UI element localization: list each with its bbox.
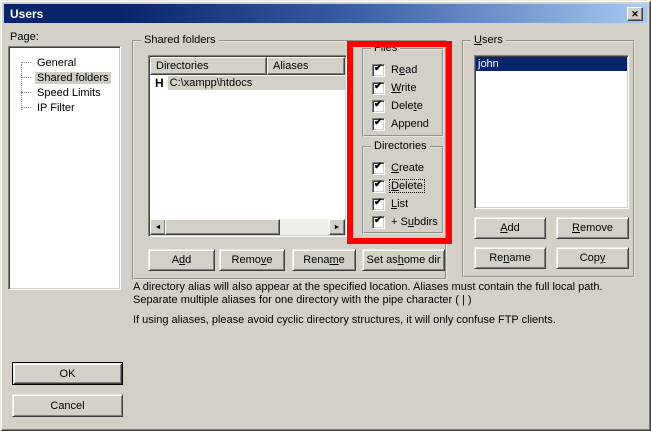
append-checkbox[interactable]	[372, 118, 385, 131]
sidebar-item-general[interactable]: General	[11, 55, 118, 70]
create-permission-row[interactable]: Create	[372, 161, 425, 175]
users-group-label: Users	[471, 34, 506, 46]
dir-delete-checkbox-label[interactable]: Delete	[390, 180, 424, 192]
cyclic-note-text: If using aliases, please avoid cyclic di…	[133, 314, 641, 327]
scroll-left-icon[interactable]: ◄	[150, 219, 166, 235]
append-permission-row[interactable]: Append	[372, 117, 430, 131]
tree-item-label: IP Filter	[35, 102, 77, 114]
dir-delete-checkbox[interactable]	[372, 180, 385, 193]
sidebar-item-speed-limits[interactable]: Speed Limits	[11, 85, 118, 100]
close-icon[interactable]: ✕	[627, 7, 643, 21]
subdirs-permission-row[interactable]: + Subdirs	[372, 215, 439, 229]
files-group-label: Files	[371, 42, 400, 54]
alias-note-text: A directory alias will also appear at th…	[133, 281, 641, 307]
list-header: Directories Aliases	[150, 57, 345, 75]
tree-item-label: General	[35, 57, 78, 69]
cancel-button[interactable]: Cancel	[12, 394, 123, 417]
write-checkbox[interactable]	[372, 82, 385, 95]
file-delete-checkbox[interactable]	[372, 100, 385, 113]
tree-item-label: Speed Limits	[35, 87, 103, 99]
subdirs-checkbox[interactable]	[372, 216, 385, 229]
shared-folders-group-label: Shared folders	[141, 34, 219, 46]
folder-remove-button[interactable]: Remove	[219, 249, 285, 271]
create-checkbox-label[interactable]: Create	[390, 162, 425, 174]
read-permission-row[interactable]: Read	[372, 63, 418, 77]
create-checkbox[interactable]	[372, 162, 385, 175]
ok-button[interactable]: OK	[12, 362, 123, 385]
set-as-home-dir-button[interactable]: Set as home dir	[362, 249, 445, 271]
append-checkbox-label[interactable]: Append	[390, 118, 430, 130]
file-delete-checkbox-label[interactable]: Delete	[390, 100, 424, 112]
title-bar[interactable]: Users ✕	[4, 4, 647, 23]
user-copy-button[interactable]: Copy	[556, 247, 629, 269]
file-delete-permission-row[interactable]: Delete	[372, 99, 424, 113]
sidebar-item-shared-folders[interactable]: Shared folders	[11, 70, 118, 85]
column-header-aliases[interactable]: Aliases	[267, 57, 345, 75]
subdirs-checkbox-label[interactable]: + Subdirs	[390, 216, 439, 228]
page-tree[interactable]: General Shared folders Speed Limits IP F…	[8, 46, 121, 290]
column-header-directories[interactable]: Directories	[150, 57, 267, 75]
folder-rename-button[interactable]: Rename	[292, 249, 356, 271]
list-item-user-john[interactable]: john	[476, 57, 627, 71]
directory-cell[interactable]: C:\xampp\htdocs	[168, 76, 345, 90]
read-checkbox[interactable]	[372, 64, 385, 77]
folder-add-button[interactable]: Add	[148, 249, 215, 271]
window-title: Users	[10, 7, 43, 21]
list-checkbox[interactable]	[372, 198, 385, 211]
sidebar-item-ip-filter[interactable]: IP Filter	[11, 100, 118, 115]
page-label: Page:	[10, 31, 39, 43]
users-dialog: Users ✕ Page: General Shared folders Spe…	[0, 0, 651, 431]
users-group: Users john Add Remove Rename Copy	[462, 40, 635, 278]
scrollbar-thumb[interactable]	[165, 219, 280, 235]
user-remove-button[interactable]: Remove	[556, 217, 629, 239]
horizontal-scrollbar[interactable]: ◄ ►	[150, 219, 345, 235]
page-tree-inner: General Shared folders Speed Limits IP F…	[11, 49, 118, 287]
read-checkbox-label[interactable]: Read	[390, 64, 418, 76]
table-row[interactable]: H C:\xampp\htdocs	[150, 76, 345, 90]
list-checkbox-label[interactable]: List	[390, 198, 409, 210]
directories-group-label: Directories	[371, 140, 430, 152]
user-add-button[interactable]: Add	[474, 217, 546, 239]
user-rename-button[interactable]: Rename	[474, 247, 546, 269]
write-permission-row[interactable]: Write	[372, 81, 417, 95]
directories-permissions-group: Directories Create Delete List + Subdirs	[362, 146, 444, 234]
dir-delete-permission-row[interactable]: Delete	[372, 179, 424, 193]
write-checkbox-label[interactable]: Write	[390, 82, 417, 94]
files-permissions-group: Files Read Write Delete Append	[362, 48, 444, 137]
tree-item-label: Shared folders	[35, 72, 111, 84]
home-dir-marker: H	[150, 76, 168, 90]
list-permission-row[interactable]: List	[372, 197, 409, 211]
users-list[interactable]: john	[474, 55, 629, 209]
shared-folders-list[interactable]: Directories Aliases H C:\xampp\htdocs ◄ …	[148, 55, 347, 237]
scroll-right-icon[interactable]: ►	[329, 219, 345, 235]
